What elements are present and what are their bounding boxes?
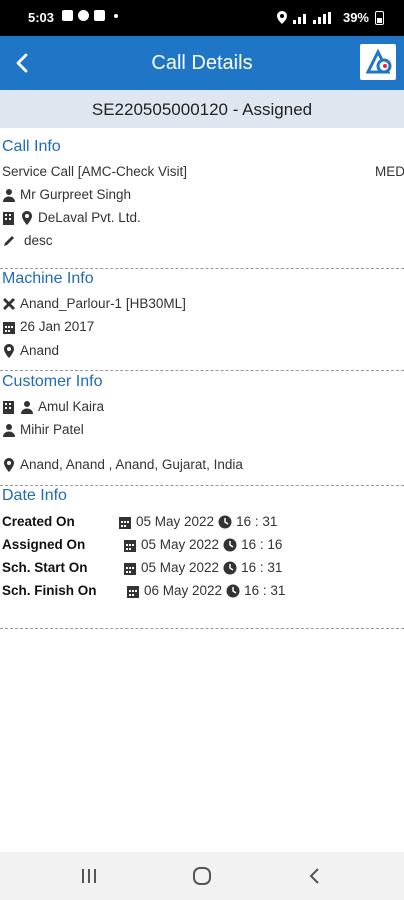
gallery-icon — [62, 10, 73, 21]
pencil-icon — [2, 234, 16, 248]
customer-info-title: Customer Info — [2, 373, 103, 390]
date-label: Sch. Start On — [2, 560, 88, 575]
page-title: Call Details — [151, 52, 253, 74]
date-value: 05 May 2022 16 : 31 — [118, 514, 277, 529]
person-icon — [2, 188, 16, 202]
tools-icon — [2, 297, 16, 311]
building-icon — [2, 400, 16, 414]
customer-address: Anand, Anand , Anand, Gujarat, India — [20, 457, 243, 472]
customer-row: Amul Kaira — [2, 399, 104, 414]
location-pin-icon — [2, 343, 16, 358]
person-row: Mihir Patel — [2, 422, 84, 437]
date-label: Sch. Finish On — [2, 583, 97, 598]
contact-row: Mr Gurpreet Singh — [2, 187, 131, 202]
app-bar: Call Details — [0, 36, 404, 90]
date-text: 05 May 2022 — [141, 560, 220, 575]
notification-icons — [62, 10, 118, 21]
person-icon — [2, 423, 16, 437]
notification-icon — [94, 10, 105, 21]
time-text: 16 : 31 — [241, 560, 283, 575]
calendar-icon — [2, 320, 16, 334]
system-nav-bar — [0, 852, 404, 900]
system-icons: 39% — [276, 10, 384, 25]
company-row: DeLaval Pvt. Ltd. — [2, 210, 141, 225]
call-header: SE220505000120 - Assigned — [0, 90, 404, 128]
machine-location: Anand — [20, 343, 60, 358]
nav-recents-icon[interactable] — [78, 866, 100, 886]
nav-home-icon[interactable] — [191, 866, 213, 886]
date-text: 06 May 2022 — [144, 583, 223, 598]
date-info-title: Date Info — [2, 487, 67, 504]
status-bar: 5:03 39% — [0, 0, 404, 36]
service-type-text: Service Call [AMC-Check Visit] — [2, 164, 188, 179]
time-text: 16 : 31 — [244, 583, 286, 598]
priority: MED — [375, 164, 404, 179]
company-name: DeLaval Pvt. Ltd. — [38, 210, 141, 225]
divider — [0, 485, 404, 486]
date-value: 06 May 2022 16 : 31 — [126, 583, 285, 598]
divider — [0, 370, 404, 371]
battery-percent: 39% — [342, 10, 369, 25]
time-text: 16 : 16 — [241, 537, 283, 552]
clock-icon — [223, 561, 237, 575]
machine-info-title: Machine Info — [2, 270, 94, 287]
machine-date-row: 26 Jan 2017 — [2, 319, 94, 334]
date-text: 05 May 2022 — [136, 514, 215, 529]
signal-icon — [292, 11, 331, 24]
person-name: Mihir Patel — [20, 422, 84, 437]
location-icon — [276, 11, 287, 24]
machine-name: Anand_Parlour-1 [HB30ML] — [20, 296, 186, 311]
battery-icon — [375, 10, 384, 25]
description-text: desc — [24, 233, 53, 248]
calendar-icon — [118, 515, 132, 529]
date-label: Created On — [2, 514, 75, 529]
machine-location-row: Anand — [2, 343, 59, 358]
divider — [0, 628, 404, 629]
calendar-icon — [123, 561, 137, 575]
address-row: Anand, Anand , Anand, Gujarat, India — [2, 457, 243, 472]
calendar-icon — [126, 584, 140, 598]
description-row: desc — [2, 233, 53, 248]
clock-icon — [223, 538, 237, 552]
location-pin-icon — [20, 210, 34, 225]
clock-icon — [218, 515, 232, 529]
machine-date: 26 Jan 2017 — [20, 319, 95, 334]
app-logo-icon — [360, 44, 396, 80]
divider — [0, 268, 404, 269]
more-notifications-icon — [114, 13, 118, 18]
date-value: 05 May 2022 16 : 31 — [123, 560, 282, 575]
service-type: Service Call [AMC-Check Visit] — [2, 164, 187, 179]
person-icon — [20, 400, 34, 414]
customer-name: Amul Kaira — [38, 399, 105, 414]
app-notification-icon — [78, 10, 89, 21]
time-text: 16 : 31 — [236, 514, 278, 529]
clock-icon — [226, 584, 240, 598]
date-value: 05 May 2022 16 : 16 — [123, 537, 282, 552]
date-text: 05 May 2022 — [141, 537, 220, 552]
nav-back-icon[interactable] — [304, 866, 326, 886]
call-info-title: Call Info — [2, 138, 61, 155]
calendar-icon — [123, 538, 137, 552]
date-label: Assigned On — [2, 537, 86, 552]
machine-row: Anand_Parlour-1 [HB30ML] — [2, 296, 186, 311]
location-pin-icon — [2, 457, 16, 472]
status-time: 5:03 — [28, 10, 55, 25]
building-icon — [2, 211, 16, 225]
contact-name: Mr Gurpreet Singh — [20, 187, 132, 202]
